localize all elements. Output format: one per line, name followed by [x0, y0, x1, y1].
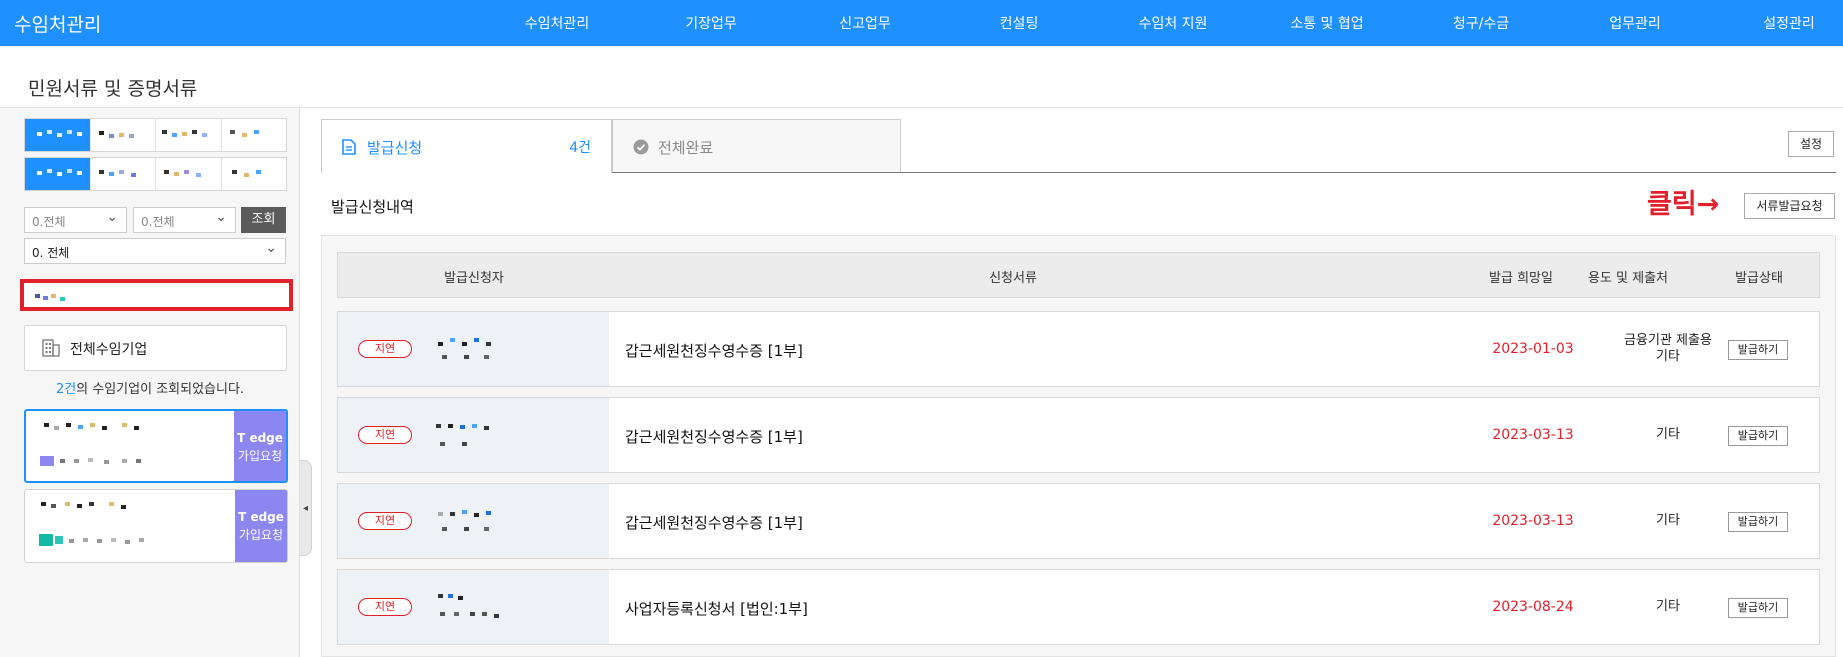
purpose-value: 금융기관 제출용 기타	[1624, 333, 1712, 364]
brand-title[interactable]: 수임처관리	[14, 10, 101, 37]
filter-select-3[interactable]: 0. 전체	[24, 238, 286, 264]
document-name: 사업자등록신청서 [법인:1부]	[625, 600, 808, 618]
filter-option[interactable]	[91, 119, 156, 151]
tab-all-complete[interactable]: 전체완료	[612, 119, 901, 173]
join-request-label: 가입요청	[237, 449, 283, 463]
issue-button[interactable]: 발급하기	[1728, 512, 1788, 532]
top-navigation-bar: 수임처관리 수임처관리 기장업무 신고업무 컨설팅 수임처 지원 소통 및 협업…	[0, 0, 1843, 46]
check-circle-icon	[633, 139, 649, 155]
purpose-text: 기타	[1608, 570, 1728, 644]
purpose-value: 기타	[1656, 513, 1680, 528]
nav-item-settings[interactable]: 설정관리	[1763, 13, 1815, 33]
document-name: 갑근세원천징수영수증 [1부]	[625, 514, 803, 532]
company-card[interactable]: T edge 가입요청	[24, 489, 288, 563]
table-row[interactable]: 지연 사업자등록신청서 [법인:1부] 2023-08-24 기타 발급하기	[337, 569, 1820, 645]
company-count-number: 2건	[55, 382, 77, 397]
company-count-suffix: 의 수임기업이 조회되었습니다.	[76, 382, 245, 397]
highlighted-search-field[interactable]	[20, 279, 293, 311]
nav-item-billing[interactable]: 청구/수금	[1453, 13, 1509, 33]
purpose-text: 금융기관 제출용 기타	[1608, 312, 1728, 386]
all-companies-button[interactable]: 전체수임기업	[24, 325, 287, 371]
table-row[interactable]: 지연 갑근세원천징수영수증 [1부] 2023-01-03 금융기관 제출용 기…	[337, 311, 1820, 387]
col-purpose: 용도 및 제출처	[1587, 271, 1669, 286]
col-document: 신청서류	[989, 271, 1037, 286]
building-icon	[42, 339, 60, 357]
nav-item-consulting[interactable]: 컨설팅	[1000, 13, 1039, 33]
desired-date: 2023-01-03	[1492, 341, 1574, 357]
desired-date: 2023-08-24	[1492, 599, 1574, 615]
table-row[interactable]: 지연 갑근세원천징수영수증 [1부] 2023-03-13 기타 발급하기	[337, 483, 1820, 559]
purpose-text: 기타	[1608, 398, 1728, 472]
filter-option[interactable]	[156, 158, 222, 190]
click-annotation: 클릭→	[1647, 189, 1720, 220]
document-icon	[342, 139, 356, 155]
search-button[interactable]: 조회	[241, 207, 286, 233]
issue-button[interactable]: 발급하기	[1728, 426, 1788, 446]
desired-date: 2023-03-13	[1492, 513, 1574, 529]
tab-underline	[612, 172, 1836, 173]
filter-option[interactable]	[25, 158, 91, 190]
purpose-value: 기타	[1656, 427, 1680, 442]
filter-option[interactable]	[222, 158, 287, 190]
filter-option[interactable]	[222, 119, 287, 151]
document-name: 갑근세원천징수영수증 [1부]	[625, 428, 803, 446]
tedge-logo: T edge	[237, 431, 283, 445]
table-header: 발급신청자 신청서류 발급 희망일 용도 및 제출처 발급상태	[337, 252, 1820, 298]
request-documents-button[interactable]: 서류발급요청	[1744, 193, 1835, 219]
join-request-label: 가입요청	[238, 528, 284, 542]
filter-button-group-1	[24, 118, 287, 152]
tedge-logo: T edge	[238, 510, 284, 524]
tab-issue-request-count: 4건	[569, 140, 591, 156]
issue-button[interactable]: 발급하기	[1728, 340, 1788, 360]
all-companies-label: 전체수임기업	[70, 342, 148, 358]
filter-select-2[interactable]: 0.전체	[133, 207, 236, 233]
filter-select-1[interactable]: 0.전체	[24, 207, 127, 233]
document-name: 갑근세원천징수영수증 [1부]	[625, 342, 803, 360]
col-applicant: 발급신청자	[444, 271, 504, 286]
delayed-status-badge: 지연	[358, 598, 412, 616]
tab-all-complete-label: 전체완료	[658, 139, 714, 157]
filter-option[interactable]	[25, 119, 91, 151]
nav-item-client-support[interactable]: 수임처 지원	[1139, 13, 1208, 33]
table-row[interactable]: 지연 갑근세원천징수영수증 [1부] 2023-03-13 기타 발급하기	[337, 397, 1820, 473]
delayed-status-badge: 지연	[358, 340, 412, 358]
nav-item-filing[interactable]: 신고업무	[839, 13, 891, 33]
filter-button-group-2	[24, 157, 287, 191]
purpose-value: 기타	[1656, 599, 1680, 614]
tab-issue-request-label: 발급신청	[367, 139, 423, 157]
nav-item-communication[interactable]: 소통 및 협업	[1290, 13, 1363, 33]
delayed-status-badge: 지연	[358, 426, 412, 444]
filter-option[interactable]	[91, 158, 156, 190]
nav-item-bookkeeping[interactable]: 기장업무	[685, 13, 737, 33]
settings-button[interactable]: 설정	[1788, 131, 1834, 157]
nav-item-work-management[interactable]: 업무관리	[1609, 13, 1661, 33]
company-card[interactable]: T edge 가입요청	[24, 409, 288, 483]
join-request-badge[interactable]: T edge 가입요청	[234, 411, 286, 481]
purpose-text: 기타	[1608, 484, 1728, 558]
filter-option[interactable]	[156, 119, 222, 151]
section-title: 발급신청내역	[331, 198, 414, 216]
delayed-status-badge: 지연	[358, 512, 412, 530]
company-count-text: 2건의 수임기업이 조회되었습니다.	[0, 378, 300, 397]
nav-item-client-management[interactable]: 수임처관리	[525, 13, 589, 33]
col-desired-date: 발급 희망일	[1489, 271, 1553, 286]
page-title: 민원서류 및 증명서류	[28, 78, 198, 100]
join-request-badge[interactable]: T edge 가입요청	[235, 490, 287, 562]
desired-date: 2023-03-13	[1492, 427, 1574, 443]
collapse-sidebar-toggle[interactable]: ◂	[300, 460, 312, 556]
issue-button[interactable]: 발급하기	[1728, 598, 1788, 618]
col-status: 발급상태	[1735, 271, 1783, 286]
tab-issue-request[interactable]: 발급신청 4건	[321, 119, 612, 173]
